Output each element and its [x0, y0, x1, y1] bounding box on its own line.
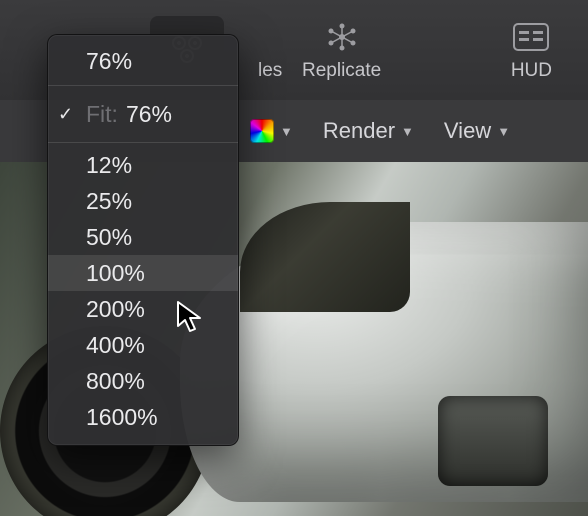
zoom-preset-item[interactable]: 200%: [48, 291, 238, 327]
zoom-preset-label: 50%: [86, 224, 132, 251]
color-picker-button[interactable]: ▼: [250, 119, 293, 143]
zoom-preset-item[interactable]: 1600%: [48, 399, 238, 435]
zoom-header-value: 76%: [86, 48, 132, 75]
chevron-down-icon: ▼: [401, 124, 414, 139]
zoom-preset-label: 12%: [86, 152, 132, 179]
toolbar-label: HUD: [511, 60, 552, 82]
hud-icon: [513, 18, 549, 56]
zoom-preset-label: 400%: [86, 332, 145, 359]
zoom-preset-item[interactable]: 100%: [48, 255, 238, 291]
chevron-down-icon: ▼: [280, 124, 293, 139]
zoom-preset-item[interactable]: 400%: [48, 327, 238, 363]
view-label: View: [444, 118, 491, 144]
zoom-preset-item[interactable]: 25%: [48, 183, 238, 219]
zoom-fit-prefix: Fit:: [86, 101, 118, 128]
color-swatch-icon: [250, 119, 274, 143]
replicate-icon: [325, 18, 359, 56]
zoom-preset-item[interactable]: 12%: [48, 147, 238, 183]
hud-button[interactable]: HUD: [487, 0, 576, 100]
toolbar-label: Replicate: [302, 60, 381, 82]
zoom-preset-label: 800%: [86, 368, 145, 395]
zoom-preset-list: 12% 25% 50% 100% 200% 400% 800% 1600%: [48, 147, 238, 435]
zoom-menu-header[interactable]: 76%: [48, 41, 238, 81]
render-menu-button[interactable]: Render ▼: [323, 118, 414, 144]
zoom-menu-fit-row[interactable]: ✓ Fit: 76%: [48, 90, 238, 138]
zoom-preset-label: 25%: [86, 188, 132, 215]
zoom-fit-value: 76%: [126, 101, 172, 128]
chevron-down-icon: ▼: [497, 124, 510, 139]
view-menu-button[interactable]: View ▼: [444, 118, 510, 144]
menu-divider: [48, 85, 238, 86]
zoom-level-menu[interactable]: 76% ✓ Fit: 76% 12% 25% 50% 100% 200% 400% 800%…: [47, 34, 239, 446]
check-icon: ✓: [58, 104, 73, 125]
render-label: Render: [323, 118, 395, 144]
car-vent: [438, 396, 548, 486]
menu-divider: [48, 142, 238, 143]
car-window: [240, 202, 410, 312]
zoom-preset-label: 100%: [86, 260, 145, 287]
replicate-button[interactable]: Replicate: [278, 0, 405, 100]
zoom-preset-label: 200%: [86, 296, 145, 323]
zoom-preset-item[interactable]: 800%: [48, 363, 238, 399]
zoom-preset-item[interactable]: 50%: [48, 219, 238, 255]
zoom-preset-label: 1600%: [86, 404, 158, 431]
